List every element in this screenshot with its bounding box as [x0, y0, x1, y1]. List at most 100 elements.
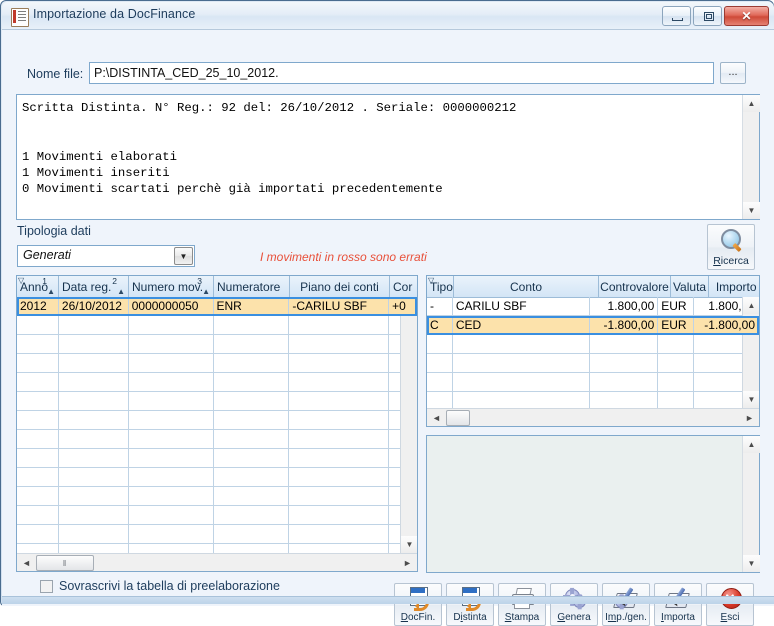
table-row[interactable]	[427, 373, 759, 392]
details-panel[interactable]: ▲ ▼	[426, 435, 760, 573]
table-cell[interactable]	[289, 373, 390, 392]
table-cell[interactable]: -1.800,00	[694, 316, 759, 335]
column-header-data-reg[interactable]: Data reg. 2 ▲	[59, 276, 129, 297]
table-cell[interactable]	[58, 316, 129, 335]
table-cell[interactable]	[213, 525, 290, 544]
toolbar-button-esci[interactable]: ✕Esci	[706, 583, 754, 626]
column-header-cor[interactable]: Cor	[390, 276, 417, 297]
toolbar-button-docfin[interactable]: DocFin.	[394, 583, 442, 626]
table-cell[interactable]	[17, 392, 59, 411]
scroll-up-icon[interactable]: ▲	[743, 95, 760, 112]
table-cell[interactable]	[128, 487, 214, 506]
table-cell[interactable]	[128, 373, 214, 392]
table-row-selected[interactable]: C CED -1.800,00 EUR -1.800,00	[427, 316, 759, 335]
table-cell[interactable]	[17, 525, 59, 544]
table-cell[interactable]	[58, 468, 129, 487]
table-cell[interactable]	[17, 449, 59, 468]
table-cell[interactable]	[58, 430, 129, 449]
maximize-button[interactable]	[693, 6, 722, 26]
column-header-numeratore[interactable]: Numeratore	[214, 276, 290, 297]
table-row[interactable]	[17, 487, 417, 506]
table-cell[interactable]	[17, 316, 59, 335]
table-row[interactable]	[17, 354, 417, 373]
table-row[interactable]	[17, 335, 417, 354]
table-cell[interactable]	[289, 506, 390, 525]
table-row[interactable]	[17, 506, 417, 525]
table-cell[interactable]	[17, 430, 59, 449]
table-cell[interactable]: 1.800,00	[589, 297, 659, 316]
column-header-numero-mov[interactable]: Numero mov. 3 ▲	[129, 276, 214, 297]
toolbar-button-imp-gen[interactable]: Imp./gen.	[602, 583, 650, 626]
table-cell[interactable]	[658, 335, 695, 354]
table-row[interactable]	[17, 430, 417, 449]
movements-grid-hscrollbar[interactable]: ◄ ► ‖	[17, 553, 417, 571]
table-cell[interactable]	[58, 449, 129, 468]
column-header-conto[interactable]: Conto	[454, 276, 599, 297]
overwrite-checkbox-row[interactable]: Sovrascrivi la tabella di preelaborazion…	[40, 579, 280, 593]
table-cell[interactable]	[589, 335, 659, 354]
toolbar-button-importa[interactable]: Importa	[654, 583, 702, 626]
table-row[interactable]	[427, 354, 759, 373]
column-header-anno[interactable]: Anno ▽ 1 ▲	[17, 276, 59, 297]
table-cell[interactable]: -CARILU SBF	[289, 297, 390, 316]
table-cell[interactable]	[58, 506, 129, 525]
column-header-importo-in[interactable]: Importo in	[709, 276, 759, 297]
table-cell[interactable]	[289, 487, 390, 506]
table-cell[interactable]: ENR	[213, 297, 290, 316]
select-all-icon[interactable]: ▽	[18, 276, 24, 285]
table-cell[interactable]	[58, 373, 129, 392]
column-header-tipo[interactable]: Tipo ▽	[427, 276, 454, 297]
table-cell[interactable]: EUR	[658, 316, 695, 335]
table-cell[interactable]	[658, 373, 695, 392]
table-cell[interactable]	[17, 506, 59, 525]
select-all-icon[interactable]: ▽	[428, 276, 434, 285]
table-cell[interactable]: CARILU SBF	[452, 297, 590, 316]
table-cell[interactable]	[213, 430, 290, 449]
table-cell[interactable]	[289, 411, 390, 430]
table-cell[interactable]	[58, 525, 129, 544]
table-cell[interactable]	[128, 430, 214, 449]
table-cell[interactable]	[128, 411, 214, 430]
table-cell[interactable]	[289, 316, 390, 335]
minimize-button[interactable]	[662, 6, 691, 26]
column-header-controvalore[interactable]: Controvalore	[599, 276, 671, 297]
browse-button[interactable]: ...	[720, 62, 746, 84]
table-row[interactable]	[427, 335, 759, 354]
table-cell[interactable]	[128, 316, 214, 335]
table-cell[interactable]	[289, 468, 390, 487]
table-cell[interactable]	[128, 335, 214, 354]
table-cell[interactable]	[58, 392, 129, 411]
table-cell[interactable]: +0	[389, 297, 417, 316]
table-cell[interactable]: -	[427, 297, 453, 316]
table-cell[interactable]	[128, 506, 214, 525]
table-cell[interactable]	[213, 373, 290, 392]
table-cell[interactable]	[452, 335, 590, 354]
table-cell[interactable]	[17, 373, 59, 392]
table-cell[interactable]	[213, 487, 290, 506]
accounts-grid-hscrollbar[interactable]: ◄ ►	[427, 408, 759, 426]
table-cell[interactable]	[589, 373, 659, 392]
accounts-grid[interactable]: Tipo▽ Conto ControvaloreValuta Importo in -…	[426, 275, 760, 427]
table-row[interactable]	[17, 468, 417, 487]
table-cell[interactable]	[427, 335, 453, 354]
table-cell[interactable]: 0000000050	[128, 297, 214, 316]
overwrite-checkbox[interactable]	[40, 579, 53, 593]
table-row[interactable]: - CARILU SBF 1.800,00 EUR 1.800,00	[427, 297, 759, 316]
scroll-down-icon[interactable]: ▼	[401, 536, 417, 553]
scroll-up-icon[interactable]: ▲	[743, 436, 760, 453]
table-cell[interactable]	[17, 487, 59, 506]
table-cell[interactable]	[289, 354, 390, 373]
scroll-down-icon[interactable]: ▼	[743, 391, 759, 408]
table-cell[interactable]	[58, 335, 129, 354]
table-cell[interactable]	[589, 354, 659, 373]
table-cell[interactable]: C	[427, 316, 453, 335]
chevron-down-icon[interactable]: ▼	[174, 247, 193, 265]
scroll-down-icon[interactable]: ▼	[743, 555, 760, 572]
table-cell[interactable]: 2012	[17, 297, 59, 316]
toolbar-button-stampa[interactable]: Stampa	[498, 583, 546, 626]
table-cell[interactable]	[128, 449, 214, 468]
table-cell[interactable]	[289, 449, 390, 468]
table-row[interactable]	[17, 373, 417, 392]
table-cell[interactable]	[213, 335, 290, 354]
table-row[interactable]	[17, 411, 417, 430]
